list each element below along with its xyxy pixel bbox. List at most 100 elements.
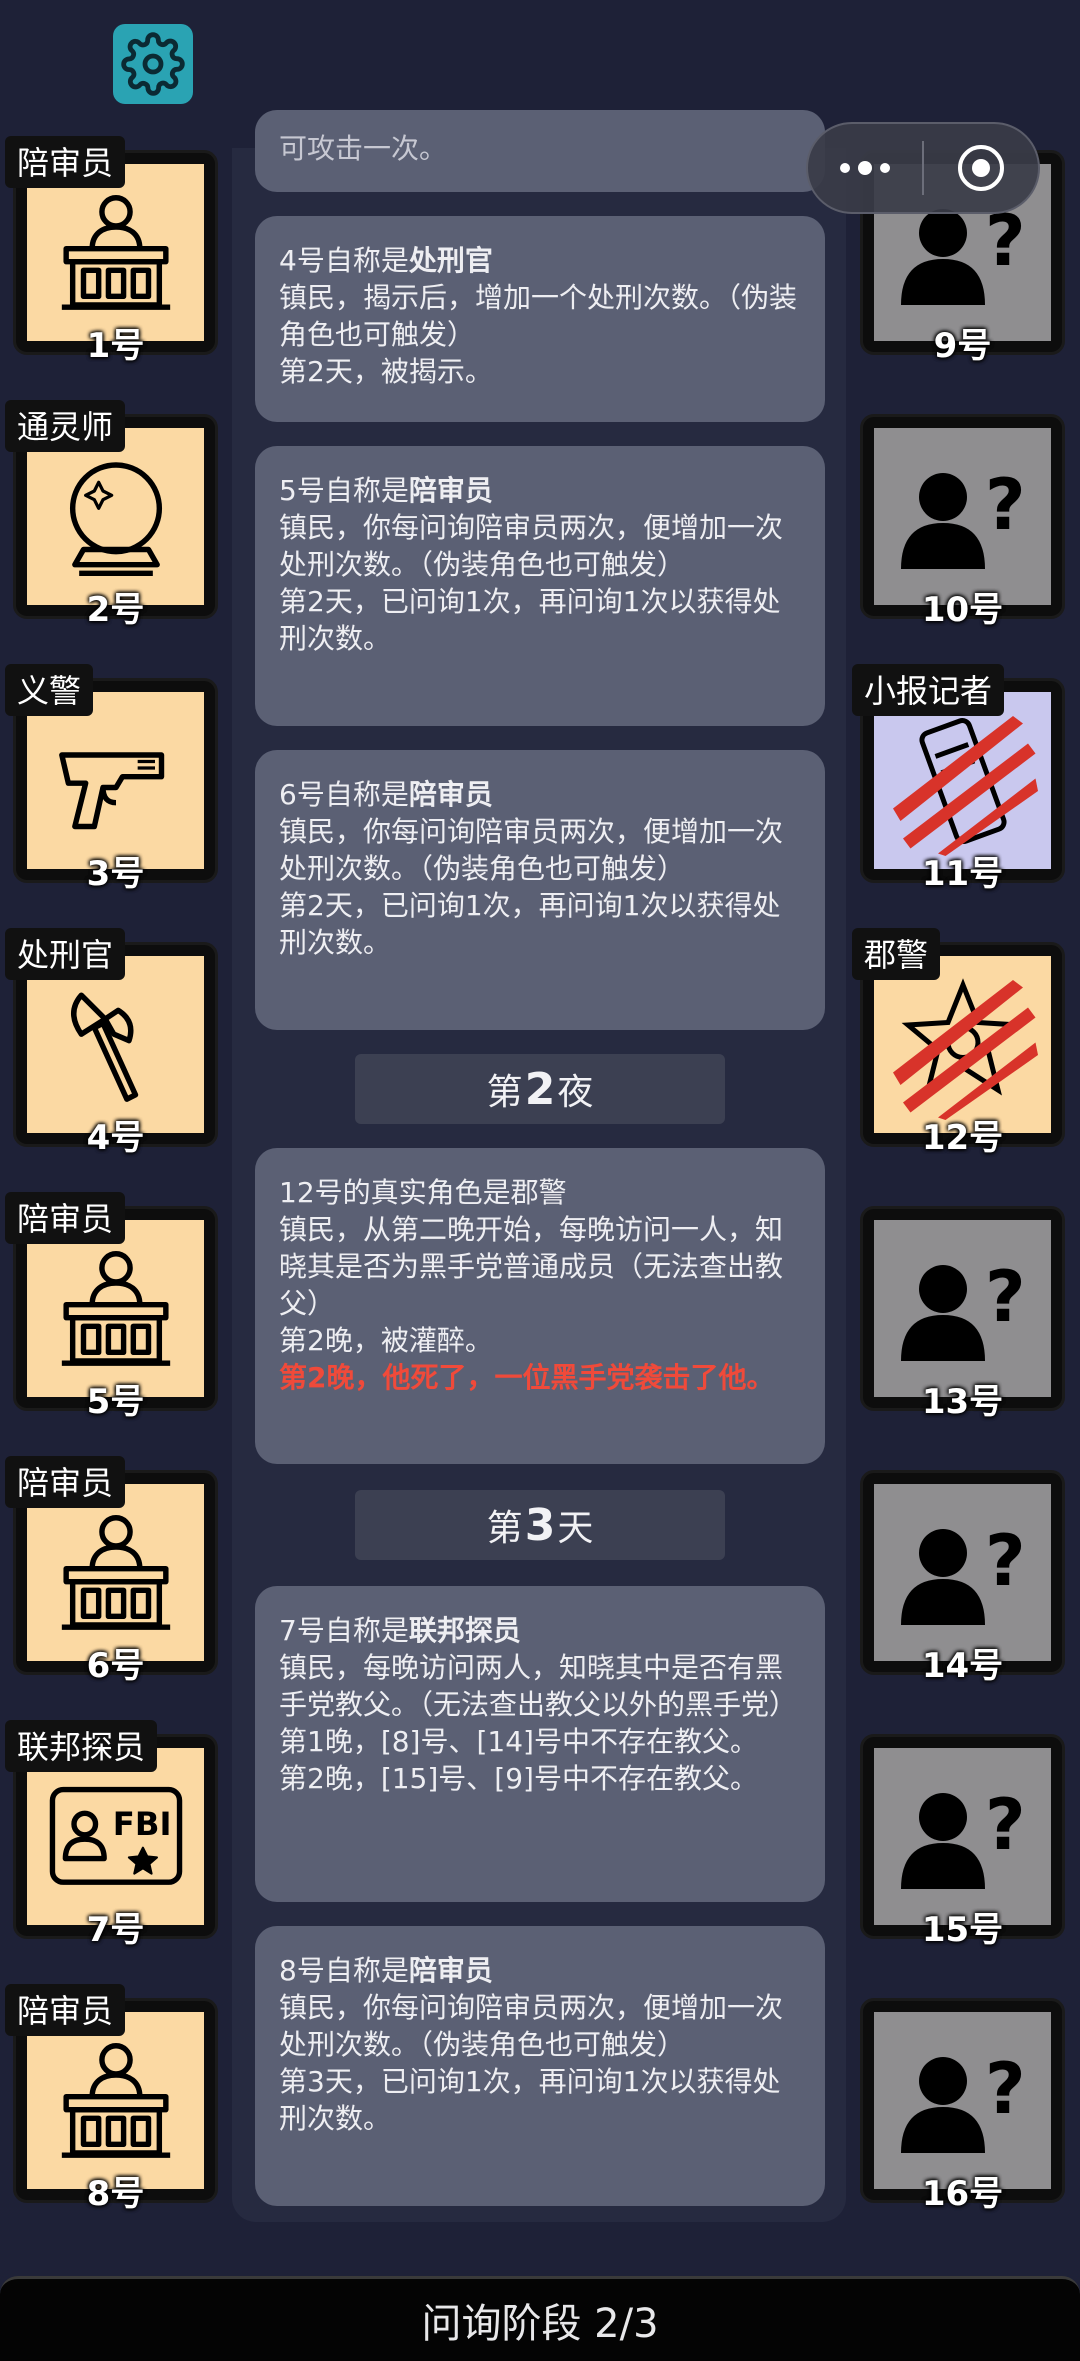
player-number: 4号 (86, 1118, 145, 1158)
player-number: 14号 (921, 1646, 1004, 1686)
player-card-6[interactable]: 陪审员 6号 (5, 1456, 218, 1686)
player-number: 3号 (86, 854, 145, 894)
card-subject: 7号自称是 (279, 1614, 409, 1647)
unknown-person-icon: ? (900, 1784, 1026, 1889)
gear-icon (121, 32, 185, 96)
unknown-person-icon: ? (900, 1256, 1026, 1361)
unknown-person-icon: ? (900, 1520, 1026, 1625)
role-label: 通灵师 (5, 400, 126, 452)
card-role: 陪审员 (408, 474, 493, 507)
death-alert: 第2晚，他死了，一位黑手党袭击了他。 (279, 1361, 775, 1394)
settings-button[interactable] (113, 24, 193, 104)
card-role: 陪审员 (408, 1954, 493, 1987)
close-button[interactable] (924, 124, 1038, 212)
fbi-badge-icon: FBI (49, 1786, 182, 1885)
svg-text:?: ? (985, 1784, 1026, 1866)
player-card-10[interactable]: ? 10号 (860, 414, 1065, 630)
card-text: 可攻击一次。 (279, 132, 448, 165)
juror-icon (61, 1250, 170, 1366)
player-card-13[interactable]: ? 13号 (860, 1206, 1065, 1422)
player-card-16[interactable]: ? 16号 (860, 1998, 1065, 2214)
player-card-12[interactable]: 郡警 12号 (852, 928, 1065, 1158)
more-button[interactable] (808, 124, 922, 212)
player-card-3[interactable]: 义警 3号 (5, 664, 218, 894)
role-label: 义警 (5, 664, 94, 716)
card-subject: 6号自称是 (279, 778, 409, 811)
card-text: 镇民，揭示后，增加一个处刑次数。（伪装角色也可触发） (279, 281, 798, 351)
timeline-card-partial: 可攻击一次。 (255, 110, 825, 192)
card-role: 联邦探员 (408, 1614, 521, 1647)
player-number: 8号 (86, 2174, 145, 2214)
player-card-1[interactable]: 陪审员 1号 (5, 136, 218, 366)
pistol-icon (58, 751, 164, 829)
card-text: 第1晚，[8]号、[14]号中不存在教父。 (279, 1725, 758, 1758)
card-text: 镇民，每晚访问两人，知晓其中是否有黑手党教父。（无法查出教父以外的黑手党） (279, 1651, 798, 1721)
card-text: 镇民，从第二晚开始，每晚访问一人，知晓其是否为黑手党普通成员（无法查出教父） (279, 1213, 784, 1320)
player-number: 15号 (921, 1910, 1004, 1950)
player-card-14[interactable]: ? 14号 (860, 1470, 1065, 1686)
player-number: 2号 (86, 590, 145, 630)
timeline-card: 4号自称是处刑官 镇民，揭示后，增加一个处刑次数。（伪装角色也可触发） 第2天，… (255, 216, 825, 422)
player-card-2[interactable]: 通灵师 2号 (5, 400, 218, 630)
phase-divider: 第3天 (355, 1490, 725, 1560)
card-text: 镇民，你每问询陪审员两次，便增加一次处刑次数。（伪装角色也可触发） (279, 511, 784, 581)
claw-marks-icon (892, 979, 1038, 1120)
timeline-card: 8号自称是陪审员 镇民，你每问询陪审员两次，便增加一次处刑次数。（伪装角色也可触… (255, 1926, 825, 2206)
phase-label: 问询阶段 2/3 (421, 2301, 659, 2347)
svg-text:?: ? (985, 1520, 1026, 1602)
role-label: 陪审员 (5, 1456, 126, 1508)
card-role: 处刑官 (408, 244, 493, 277)
unknown-person-icon: ? (900, 464, 1026, 569)
player-card-7[interactable]: FBI 联邦探员 7号 (5, 1720, 218, 1950)
svg-text:?: ? (985, 2048, 1026, 2130)
card-subject: 5号自称是 (279, 474, 409, 507)
role-label: 陪审员 (5, 1984, 126, 2036)
phase-bar: 问询阶段 2/3 (0, 2276, 1080, 2361)
role-label: 联邦探员 (5, 1720, 158, 1772)
card-text: 第2天，被揭示。 (279, 355, 493, 388)
player-number: 13号 (921, 1382, 1004, 1422)
crystal-ball-icon (69, 461, 162, 576)
more-dots-icon (840, 161, 890, 175)
card-text: 第2天，已问询1次，再问询1次以获得处刑次数。 (279, 585, 781, 655)
timeline-card: 7号自称是联邦探员 镇民，每晚访问两人，知晓其中是否有黑手党教父。（无法查出教父… (255, 1586, 825, 1902)
card-subject: 8号自称是 (279, 1954, 409, 1987)
player-number: 5号 (86, 1382, 145, 1422)
player-card-11[interactable]: 小报记者 11号 (852, 664, 1065, 894)
axe-icon (70, 991, 138, 1102)
juror-icon (61, 2042, 170, 2158)
player-number: 6号 (86, 1646, 145, 1686)
player-number: 12号 (921, 1118, 1004, 1158)
miniprogram-capsule (806, 122, 1040, 214)
player-card-5[interactable]: 陪审员 5号 (5, 1192, 218, 1422)
card-text: 镇民，你每问询陪审员两次，便增加一次处刑次数。（伪装角色也可触发） (279, 1991, 784, 2061)
timeline-card: 5号自称是陪审员 镇民，你每问询陪审员两次，便增加一次处刑次数。（伪装角色也可触… (255, 446, 825, 726)
card-text: 镇民，你每问询陪审员两次，便增加一次处刑次数。（伪装角色也可触发） (279, 815, 784, 885)
player-number: 10号 (921, 590, 1004, 630)
sheriff-star-icon (892, 977, 1038, 1120)
role-label: 郡警 (852, 928, 941, 980)
card-text: 第3天，已问询1次，再问询1次以获得处刑次数。 (279, 2065, 781, 2135)
svg-text:?: ? (985, 464, 1026, 546)
card-text: 第2天，已问询1次，再问询1次以获得处刑次数。 (279, 889, 781, 959)
player-card-15[interactable]: ? 15号 (860, 1734, 1065, 1950)
card-subject: 4号自称是 (279, 244, 409, 277)
player-number: 1号 (86, 326, 145, 366)
player-number: 9号 (933, 326, 992, 366)
svg-text:?: ? (985, 1256, 1026, 1338)
timeline-card: 12号的真实角色是郡警 镇民，从第二晚开始，每晚访问一人，知晓其是否为黑手党普通… (255, 1148, 825, 1464)
newspaper-icon (892, 715, 1038, 856)
card-text: 第2晚，[15]号、[9]号中不存在教父。 (279, 1762, 758, 1795)
claw-marks-icon (892, 715, 1038, 856)
juror-icon (61, 194, 170, 310)
player-card-8[interactable]: 陪审员 8号 (5, 1984, 218, 2214)
target-icon (958, 145, 1004, 191)
player-number: 7号 (86, 1910, 145, 1950)
role-label: 陪审员 (5, 136, 126, 188)
role-label: 陪审员 (5, 1192, 126, 1244)
role-label: 处刑官 (5, 928, 126, 980)
player-card-4[interactable]: 处刑官 4号 (5, 928, 218, 1158)
phase-divider: 第2夜 (355, 1054, 725, 1124)
card-text: 第2晚，被灌醉。 (279, 1324, 493, 1357)
card-role: 陪审员 (408, 778, 493, 811)
